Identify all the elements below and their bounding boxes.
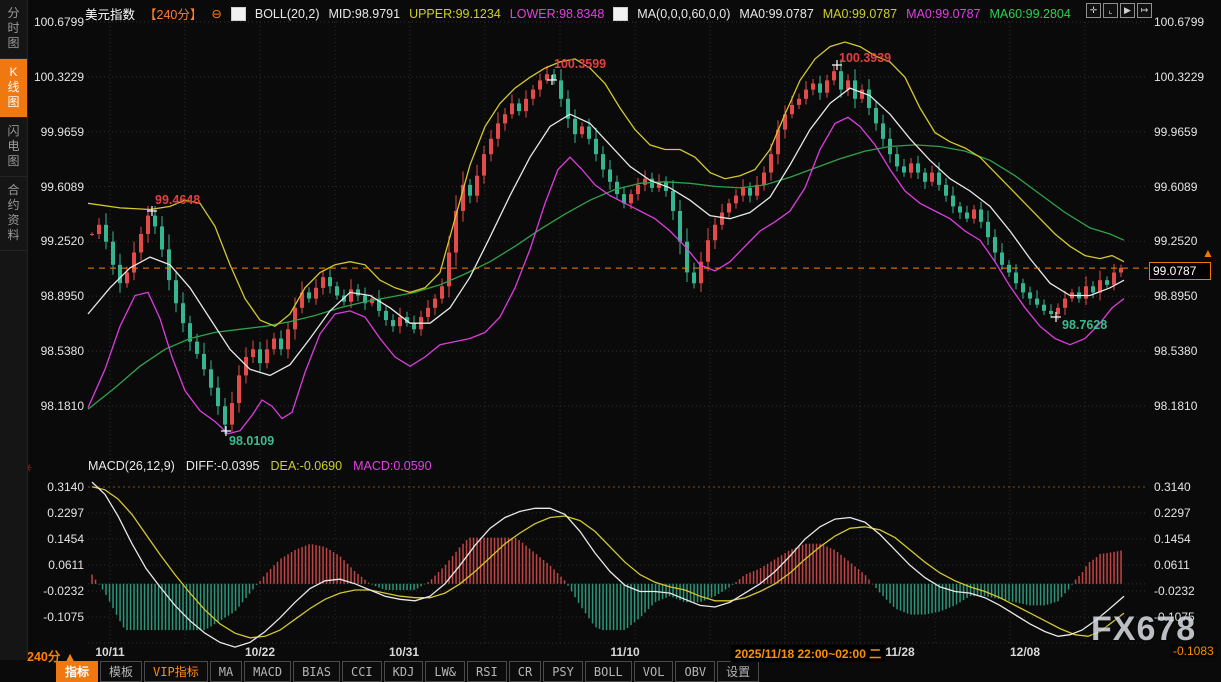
sidebar-tab-K线图[interactable]: K线图 [0, 59, 27, 118]
macd-label: MACD(26,12,9) [88, 459, 175, 473]
price-axis-label: 98.1810 [28, 399, 84, 413]
ma0-magenta-value: MA0:99.0787 [906, 7, 980, 21]
price-axis-label: 99.6089 [1154, 180, 1197, 194]
macd-axis-label: -0.0232 [1154, 584, 1195, 598]
macd-dea-value: DEA:-0.0690 [270, 459, 342, 473]
ma60-value: MA60:99.2804 [989, 7, 1070, 21]
date-label: 11/10 [610, 645, 639, 659]
macd-axis-label: -0.1075 [28, 610, 84, 624]
pan-icon[interactable]: ✛ [1086, 3, 1101, 18]
boll-lower-value: LOWER:98.8348 [510, 7, 605, 21]
sidebar-tab-合约资料[interactable]: 合约资料 [0, 177, 27, 251]
date-label: 10/31 [389, 645, 419, 659]
price-axis-label: 98.8950 [1154, 289, 1197, 303]
boll-label: BOLL(20,2) [255, 7, 320, 21]
price-axis-label: 100.6799 [28, 15, 84, 29]
price-axis-label: 98.5380 [28, 344, 84, 358]
price-axis-label: 100.3229 [28, 70, 84, 84]
ma-chart-icon [613, 7, 628, 21]
left-sidebar: 分时图K线图闪电图合约资料 [0, 0, 28, 660]
boll-mid-value: MID:98.9791 [328, 7, 400, 21]
macd-axis-label: 0.2297 [28, 506, 84, 520]
period-badge[interactable]: 【240分】 [144, 4, 202, 23]
macd-diff-value: DIFF:-0.0395 [186, 459, 260, 473]
price-axis-label: 100.3229 [1154, 70, 1204, 84]
date-label: 10/22 [245, 645, 275, 659]
price-axis-label: 98.5380 [1154, 344, 1197, 358]
price-annotation: 98.0109 [229, 434, 274, 448]
macd-axis-label: 0.2297 [1154, 506, 1191, 520]
date-label: 12/08 [1010, 645, 1040, 659]
price-axis-label: 98.8950 [28, 289, 84, 303]
watermark: FX678 [1091, 610, 1196, 649]
macd-axis-label: -0.0232 [28, 584, 84, 598]
ma-label: MA(0,0,0,60,0,0) [637, 7, 730, 21]
date-label: 10/11 [95, 645, 124, 659]
macd-axis-label: 0.1454 [28, 532, 84, 546]
price-annotation: 100.3939 [839, 51, 891, 65]
price-annotation: 100.3599 [554, 57, 606, 71]
macd-header: MACD(26,12,9) DIFF:-0.0395 DEA:-0.0690 M… [88, 459, 432, 473]
price-arrow-icon: ▲ [1202, 246, 1214, 260]
collapse-icon[interactable]: ⊖ [211, 6, 221, 21]
symbol-title: 美元指数 [85, 4, 135, 23]
price-axis-label: 99.9659 [1154, 125, 1197, 139]
axis-shift-icon[interactable]: ↦ [1137, 3, 1152, 18]
axis-play-icon[interactable]: ▶ [1120, 3, 1135, 18]
indicator-header: 美元指数 【240分】 ⊖ BOLL(20,2) MID:98.9791 UPP… [85, 4, 1071, 23]
macd-macd-value: MACD:0.0590 [353, 459, 432, 473]
chart-tool-icons: ✛⌞▶↦ [1086, 3, 1152, 18]
boll-upper-value: UPPER:99.1234 [409, 7, 501, 21]
ma0-white-value: MA0:99.0787 [739, 7, 813, 21]
axis-scale-icon[interactable]: ⌞ [1103, 3, 1118, 18]
price-axis-label: 99.6089 [28, 180, 84, 194]
price-axis-label: 99.9659 [28, 125, 84, 139]
price-axis-label: 100.6799 [1154, 15, 1204, 29]
macd-axis-label: 0.0611 [28, 558, 84, 572]
current-price-tag: 99.0787 [1149, 262, 1211, 280]
price-chart-canvas[interactable] [0, 0, 1221, 679]
price-annotation: 99.4648 [155, 193, 200, 207]
price-axis-label: 99.2520 [1154, 234, 1197, 248]
ma0-yellow-value: MA0:99.0787 [823, 7, 897, 21]
price-axis-label: 99.2520 [28, 234, 84, 248]
crosshair-date-label: 2025/11/18 22:00~02:00 二 [731, 645, 885, 662]
macd-axis-label: 0.3140 [1154, 480, 1191, 494]
boll-chart-icon [231, 7, 246, 21]
sidebar-tab-闪电图[interactable]: 闪电图 [0, 118, 27, 177]
macd-axis-label: 0.0611 [1154, 558, 1190, 572]
price-axis-label: 98.1810 [1154, 399, 1197, 413]
date-label: 11/28 [885, 645, 914, 659]
macd-axis-label: 0.1454 [1154, 532, 1191, 546]
price-annotation: 98.7628 [1062, 318, 1107, 332]
sidebar-tab-分时图[interactable]: 分时图 [0, 0, 27, 59]
macd-axis-label: 0.3140 [28, 480, 84, 494]
